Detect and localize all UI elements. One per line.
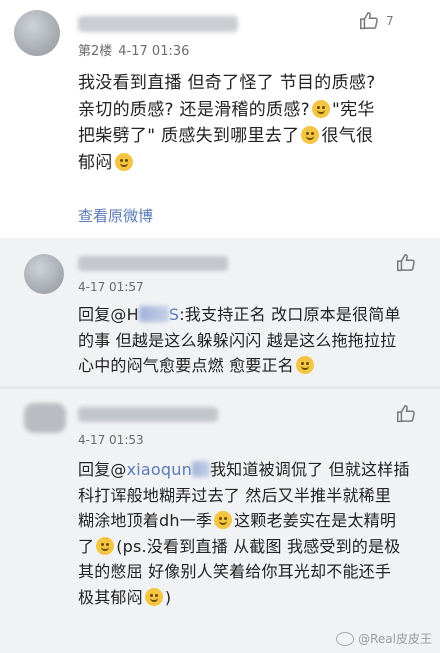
emoji-icon	[144, 587, 163, 606]
mention-redacted[interactable]	[138, 306, 169, 322]
like-count: 7	[386, 14, 394, 28]
reply-line: 极其郁闷)	[78, 587, 172, 607]
emoji-icon	[96, 536, 115, 555]
floor-label: 第2楼	[78, 44, 113, 59]
thumbs-up-icon	[397, 254, 415, 272]
comment-text: 我没看到直播 但奇了怪了 节目的质感? 亲切的质感? 还是滑稽的质感? "宪华 把…	[78, 70, 428, 176]
view-original-weibo-link[interactable]: 查看原微博	[78, 205, 153, 226]
emoji-icon	[311, 99, 330, 118]
comment-line: 把柴劈了" 质感失到哪里去了 很气很	[78, 126, 374, 146]
thumbs-up-icon	[397, 405, 415, 423]
reply-line: 糊涂地顶着dh一季 这颗老姜实在是太精明	[78, 511, 397, 530]
reply-text: 回复@xiaoqun 我知道被调侃了 但就这样插 科打诨般地糊弄过去了 然后又半推…	[78, 457, 428, 610]
timestamp: 4-17 01:36	[118, 44, 190, 59]
like-button[interactable]: 7	[358, 10, 394, 32]
mention-link[interactable]: xiaoqun	[127, 460, 192, 479]
thumbs-up-icon	[360, 12, 378, 30]
avatar[interactable]	[24, 254, 64, 294]
reply-line: 回复@H S:我支持正名 改口原本是很简单	[78, 305, 401, 324]
avatar[interactable]	[14, 10, 60, 56]
emoji-icon	[114, 152, 133, 171]
reply-line: 心中的闷气愈要点燃 愈要正名	[78, 353, 428, 379]
avatar[interactable]	[24, 403, 66, 433]
reply-text: 回复@H S:我支持正名 改口原本是很简单 的事 但越是这么躲躲闪闪 越是这么拖拖…	[78, 302, 428, 379]
timestamp: 4-17 01:57	[78, 280, 144, 294]
comment-line: 郁闷	[78, 150, 428, 177]
username-redacted	[78, 16, 238, 32]
reply-card: 4-17 01:57 回复@H S:我支持正名 改口原本是很简单 的事 但越是这么…	[0, 238, 440, 386]
main-comment-card: 第2楼 4-17 01:36 7 我没看到直播 但奇了怪了 节目的质感? 亲切的质…	[0, 0, 440, 238]
emoji-icon	[301, 126, 320, 144]
reply-line: 其的憋屈 好像别人笑着给你耳光却不能还手	[78, 562, 392, 581]
mention-redacted[interactable]	[191, 461, 210, 477]
watermark-text: @Real皮皮王	[358, 632, 432, 646]
reply-line: 的事 但越是这么躲躲闪闪 越是这么拖拖拉拉	[78, 330, 397, 350]
like-button[interactable]	[395, 252, 417, 274]
like-button[interactable]	[395, 403, 417, 425]
reply-line: 了 (ps.没看到直播 从截图 我感受到的是极	[78, 536, 401, 556]
reply-card: 4-17 01:53 回复@xiaoqun 我知道被调侃了 但就这样插 科打诨般地…	[0, 389, 440, 653]
timestamp: 4-17 01:53	[78, 433, 144, 447]
weibo-logo-icon	[336, 631, 355, 646]
reply-line: 回复@xiaoqun 我知道被调侃了 但就这样插	[78, 460, 410, 479]
emoji-icon	[214, 511, 233, 529]
reply-line: 科打诨般地糊弄过去了 然后又半推半就稀里	[78, 485, 392, 505]
watermark: @Real皮皮王	[336, 630, 432, 647]
comment-line: 亲切的质感? 还是滑稽的质感? "宪华	[78, 99, 375, 120]
comment-meta: 第2楼 4-17 01:36	[78, 40, 189, 59]
emoji-icon	[295, 356, 314, 374]
comment-line: 我没看到直播 但奇了怪了 节目的质感?	[78, 73, 376, 93]
username-redacted	[78, 407, 218, 422]
username-redacted	[78, 256, 228, 271]
